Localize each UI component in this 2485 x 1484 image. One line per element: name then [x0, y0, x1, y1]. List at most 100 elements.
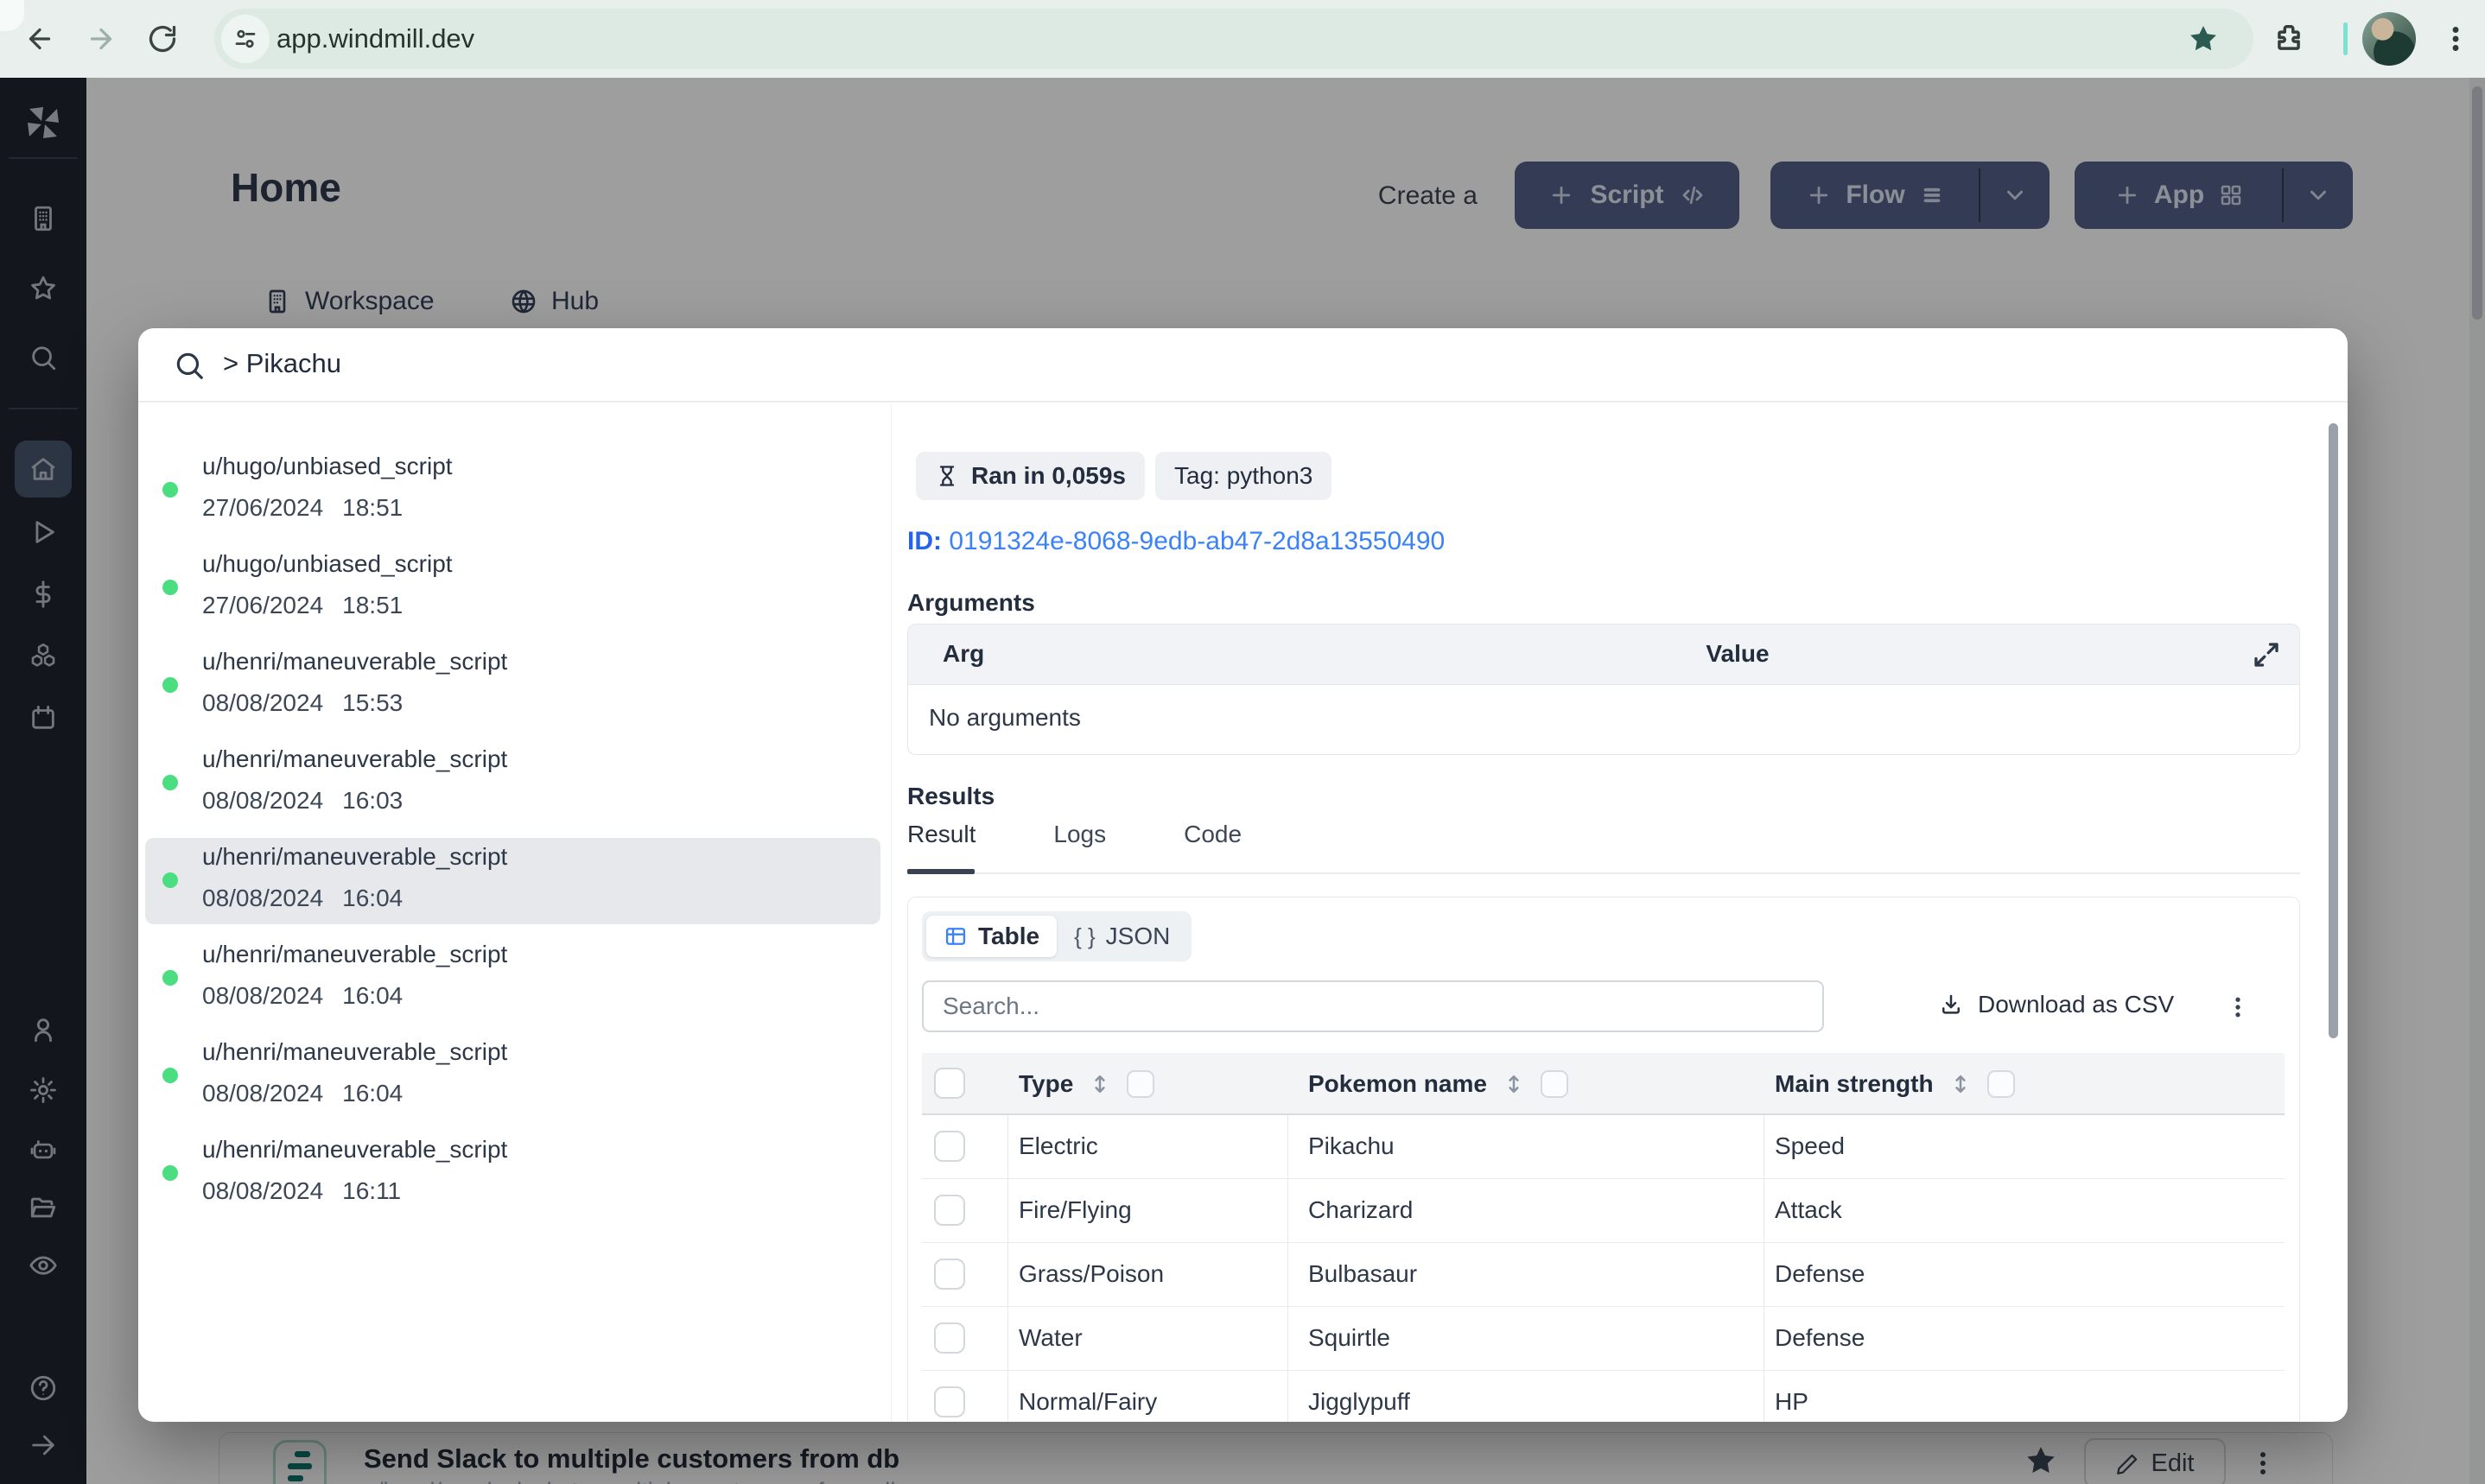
run-list-item[interactable]: u/henri/maneuverable_script 08/08/2024 16…	[145, 740, 880, 827]
tab-result[interactable]: Result	[907, 821, 976, 848]
search-query-text[interactable]: > Pikachu	[223, 348, 341, 379]
column-pin-checkbox[interactable]	[1540, 1070, 1568, 1098]
header-main-strength: Main strength	[1775, 1070, 2015, 1098]
success-dot	[162, 1068, 178, 1083]
cell-main-strength: Defense	[1775, 1324, 1865, 1351]
row-checkbox[interactable]	[934, 1322, 965, 1354]
row-checkbox[interactable]	[934, 1386, 965, 1417]
column-pin-checkbox[interactable]	[1127, 1070, 1155, 1098]
tag-badge: Tag: python3	[1155, 452, 1332, 500]
cell-type: Fire/Flying	[1019, 1196, 1132, 1223]
success-dot	[162, 677, 178, 693]
table-kebab-icon[interactable]	[2225, 987, 2251, 1027]
run-path: u/henri/maneuverable_script	[202, 1136, 508, 1163]
row-checkbox[interactable]	[934, 1195, 965, 1226]
toggle-json[interactable]: { } JSON	[1057, 916, 1187, 957]
sort-icon[interactable]	[1948, 1071, 1973, 1097]
tab-logs[interactable]: Logs	[1053, 821, 1106, 848]
row-checkbox[interactable]	[934, 1131, 965, 1162]
url-bar[interactable]: app.windmill.dev	[214, 9, 2253, 69]
run-path: u/hugo/unbiased_script	[202, 550, 453, 577]
toggle-table[interactable]: Table	[926, 916, 1058, 957]
run-path: u/hugo/unbiased_script	[202, 453, 453, 479]
run-list-item[interactable]: u/henri/maneuverable_script 08/08/2024 16…	[145, 1033, 880, 1119]
run-path: u/henri/maneuverable_script	[202, 648, 508, 675]
table-row[interactable]: Water Squirtle Defense	[922, 1307, 2285, 1371]
column-pin-checkbox[interactable]	[1986, 1070, 2015, 1098]
screen: app.windmill.dev Home Create a Script Fl…	[0, 0, 2485, 1484]
run-id-link[interactable]: 0191324e-8068-9edb-ab47-2d8a13550490	[949, 527, 1445, 555]
result-search-input[interactable]	[922, 980, 1824, 1032]
sort-icon[interactable]	[1501, 1071, 1527, 1097]
expand-icon[interactable]	[2251, 639, 2282, 670]
run-datetime: 27/06/2024 18:51	[202, 494, 403, 522]
run-path: u/henri/maneuverable_script	[202, 941, 508, 967]
tag-badge-label: Tag: python3	[1174, 462, 1313, 489]
modal-scrollbar-thumb[interactable]	[2329, 423, 2338, 1038]
site-settings-icon	[235, 29, 256, 48]
row-checkbox[interactable]	[934, 1259, 965, 1290]
cell-type: Normal/Fairy	[1019, 1388, 1158, 1415]
cell-pokemon-name: Jigglypuff	[1308, 1388, 1410, 1415]
run-datetime: 08/08/2024 16:04	[202, 1080, 403, 1107]
download-icon	[1942, 994, 1960, 1014]
cell-pokemon-name: Squirtle	[1308, 1324, 1390, 1351]
no-arguments-text: No arguments	[929, 704, 1081, 731]
success-dot	[162, 580, 178, 595]
run-path: u/henri/maneuverable_script	[202, 1038, 508, 1065]
browser-tab-corner	[0, 0, 24, 31]
run-list-item[interactable]: u/henri/maneuverable_script 08/08/2024 16…	[145, 838, 880, 924]
pokemon-table-body: Electric Pikachu Speed Fire/Flying Chari…	[922, 1115, 2285, 1422]
tab-code[interactable]: Code	[1184, 821, 1242, 848]
back-icon[interactable]	[24, 23, 55, 54]
header-pokemon-name: Pokemon name	[1308, 1070, 1568, 1098]
header-pokemon-name-label: Pokemon name	[1308, 1070, 1487, 1097]
view-toggle: Table { } JSON	[922, 911, 1192, 961]
run-list-item[interactable]: u/hugo/unbiased_script 27/06/2024 18:51	[145, 545, 880, 631]
site-settings-chip[interactable]	[221, 15, 270, 63]
header-type-label: Type	[1019, 1070, 1074, 1097]
select-all-checkbox[interactable]	[934, 1068, 965, 1099]
table-row[interactable]: Grass/Poison Bulbasaur Defense	[922, 1243, 2285, 1307]
header-type: Type	[1019, 1070, 1155, 1098]
table-row[interactable]: Normal/Fairy Jigglypuff HP	[922, 1371, 2285, 1422]
run-list-pane: u/hugo/unbiased_script 27/06/2024 18:51 u…	[138, 404, 892, 1422]
run-path: u/henri/maneuverable_script	[202, 843, 508, 870]
hourglass-icon	[939, 466, 955, 486]
modal-search-bar[interactable]: > Pikachu	[138, 328, 2348, 403]
run-date: 08/08/2024	[202, 787, 324, 814]
menu-kebab-icon[interactable]	[2440, 22, 2471, 55]
download-csv-button[interactable]: Download as CSV	[1938, 991, 2174, 1018]
extensions-icon[interactable]	[2272, 22, 2305, 55]
success-dot	[162, 1165, 178, 1181]
run-date: 08/08/2024	[202, 1177, 324, 1204]
pokemon-table: Type Pokemon name Main strength Electric…	[922, 1053, 2285, 1422]
run-date: 27/06/2024	[202, 592, 324, 618]
run-datetime: 08/08/2024 16:04	[202, 982, 403, 1010]
reload-icon[interactable]	[147, 23, 178, 54]
bookmark-star-icon[interactable]	[2187, 22, 2220, 55]
table-row[interactable]: Electric Pikachu Speed	[922, 1115, 2285, 1179]
success-dot	[162, 872, 178, 888]
run-list: u/hugo/unbiased_script 27/06/2024 18:51 u…	[145, 447, 880, 1228]
cell-main-strength: Speed	[1775, 1132, 1845, 1159]
run-time: 16:04	[342, 885, 404, 911]
sort-icon[interactable]	[1087, 1071, 1113, 1097]
profile-avatar[interactable]	[2362, 12, 2416, 66]
run-time: 18:51	[342, 592, 404, 618]
run-list-item[interactable]: u/hugo/unbiased_script 27/06/2024 18:51	[145, 447, 880, 534]
result-card: Table { } JSON Download as CSV	[907, 897, 2300, 1422]
forward-icon[interactable]	[86, 23, 117, 54]
run-list-item[interactable]: u/henri/maneuverable_script 08/08/2024 16…	[145, 1131, 880, 1217]
url-text[interactable]: app.windmill.dev	[276, 23, 474, 54]
run-date: 08/08/2024	[202, 1080, 324, 1107]
success-dot	[162, 482, 178, 498]
run-list-item[interactable]: u/henri/maneuverable_script 08/08/2024 16…	[145, 935, 880, 1022]
pokemon-table-header: Type Pokemon name Main strength	[922, 1053, 2285, 1115]
run-list-item[interactable]: u/henri/maneuverable_script 08/08/2024 15…	[145, 643, 880, 729]
column-divider	[1007, 1115, 1008, 1422]
run-id-line: ID: 0191324e-8068-9edb-ab47-2d8a13550490	[907, 527, 1445, 556]
success-dot	[162, 970, 178, 986]
run-date: 08/08/2024	[202, 982, 324, 1009]
table-row[interactable]: Fire/Flying Charizard Attack	[922, 1179, 2285, 1243]
